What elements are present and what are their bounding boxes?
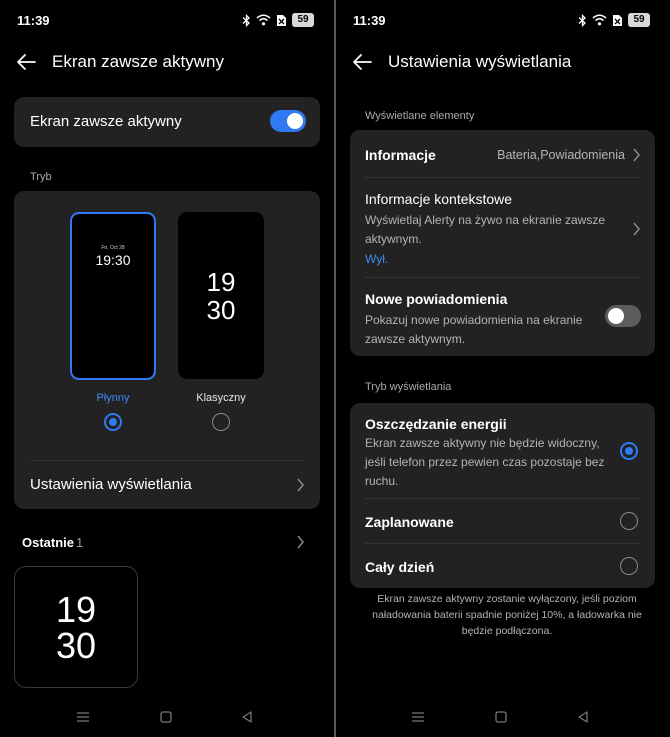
status-bar: 11:39 59 [0,0,334,40]
chevron-right-icon [633,148,640,162]
info-title: Informacje [365,147,436,163]
always-on-toggle-card[interactable]: Ekran zawsze aktywny [14,97,320,147]
info-row[interactable]: Informacje Bateria,Powiadomienia [350,130,655,178]
bluetooth-icon [578,13,586,27]
left-screen: 11:39 59 Ekran zawsze aktywny Ekran zaws… [0,0,334,737]
info-value: Bateria,Powiadomienia [497,148,625,162]
contextual-info-state[interactable]: Wył. [365,252,388,266]
page-title: Ustawienia wyświetlania [388,52,572,71]
wifi-icon [592,14,607,26]
displayed-elements-card: Informacje Bateria,Powiadomienia Informa… [350,130,655,356]
scheduled-radio[interactable] [620,512,638,530]
contextual-info-row[interactable]: Informacje kontekstowe Wyświetlaj Alerty… [350,178,655,278]
mode-radio-classic[interactable] [212,413,230,431]
toggle-knob [287,113,303,129]
navigation-bar [0,702,334,732]
chevron-right-icon [297,535,304,549]
recent-preview-minute: 30 [55,625,97,666]
recent-count: 1 [76,535,84,550]
battery-footnote: Ekran zawsze aktywny zostanie wyłączony,… [372,593,642,637]
all-day-title: Cały dzień [365,559,435,575]
mode-label-fluid: Płynny [96,392,130,404]
wifi-icon [256,14,271,26]
recent-preview[interactable]: 19 30 [14,566,138,688]
mode-preview-classic[interactable]: 19 30 [178,212,264,379]
status-icons: 59 [578,12,650,28]
mode-section-label: Tryb [30,171,52,183]
energy-saving-title: Oszczędzanie energii [365,416,507,432]
page-title: Ekran zawsze aktywny [52,52,224,71]
back-arrow-icon[interactable] [350,50,374,74]
always-on-toggle[interactable] [270,110,306,132]
preview-date: Fri, Oct 28 [101,245,125,251]
new-notifications-row[interactable]: Nowe powiadomienia Pokazuj nowe powiadom… [350,278,655,356]
display-mode-label: Tryb wyświetlania [365,381,452,393]
new-notifications-desc: Pokazuj nowe powiadomienia na ekranie za… [365,313,583,346]
scheduled-title: Zaplanowane [365,514,454,530]
status-time: 11:39 [17,13,50,28]
mode-preview-fluid[interactable]: Fri, Oct 28 19:30 [70,212,156,380]
page-header: Ekran zawsze aktywny [0,44,334,80]
navigation-bar [336,702,670,732]
back-arrow-icon[interactable] [14,50,38,74]
status-bar: 11:39 59 [336,0,670,40]
status-icons: 59 [242,12,314,28]
back-nav-icon[interactable] [576,710,590,724]
energy-saving-row[interactable]: Oszczędzanie energii Ekran zawsze aktywn… [350,403,655,498]
display-mode-card: Oszczędzanie energii Ekran zawsze aktywn… [350,403,655,588]
preview-time: 19:30 [95,252,131,268]
contextual-info-desc: Wyświetlaj Alerty na żywo na ekranie zaw… [365,213,605,246]
recent-row[interactable]: Ostatnie 1 [0,530,334,554]
back-nav-icon[interactable] [240,710,254,724]
sim-off-icon [277,14,286,26]
display-settings-row[interactable]: Ustawienia wyświetlania [14,461,320,509]
mode-radio-fluid[interactable] [104,413,122,431]
menu-nav-icon[interactable] [411,710,425,724]
display-settings-label: Ustawienia wyświetlania [30,476,192,493]
home-nav-icon[interactable] [494,710,508,724]
chevron-right-icon [297,478,304,492]
preview-minute: 30 [206,295,236,325]
battery-icon: 59 [628,13,650,27]
new-notifications-title: Nowe powiadomienia [365,291,508,307]
page-header: Ustawienia wyświetlania [336,44,670,80]
all-day-row[interactable]: Cały dzień [350,544,655,588]
displayed-elements-label: Wyświetlane elementy [365,110,475,122]
mode-label-classic: Klasyczny [196,392,246,404]
energy-saving-radio[interactable] [620,442,638,460]
status-time: 11:39 [353,13,386,28]
contextual-info-title: Informacje kontekstowe [365,191,513,207]
chevron-right-icon [633,222,640,236]
home-nav-icon[interactable] [159,710,173,724]
battery-icon: 59 [292,13,314,27]
toggle-knob [608,308,624,324]
bluetooth-icon [242,13,250,27]
recent-preview-hour: 19 [55,589,97,630]
preview-hour: 19 [206,267,236,297]
new-notifications-toggle[interactable] [605,305,641,327]
menu-nav-icon[interactable] [76,710,90,724]
right-screen: 11:39 59 Ustawienia wyświetlania Wyświet… [336,0,670,737]
energy-saving-desc: Ekran zawsze aktywny nie będzie widoczny… [365,436,605,488]
mode-card: Fri, Oct 28 19:30 19 30 Płynny Klasyczny… [14,191,320,509]
always-on-label: Ekran zawsze aktywny [30,113,182,130]
scheduled-row[interactable]: Zaplanowane [350,499,655,543]
all-day-radio[interactable] [620,557,638,575]
sim-off-icon [613,14,622,26]
recent-label: Ostatnie [22,535,75,550]
